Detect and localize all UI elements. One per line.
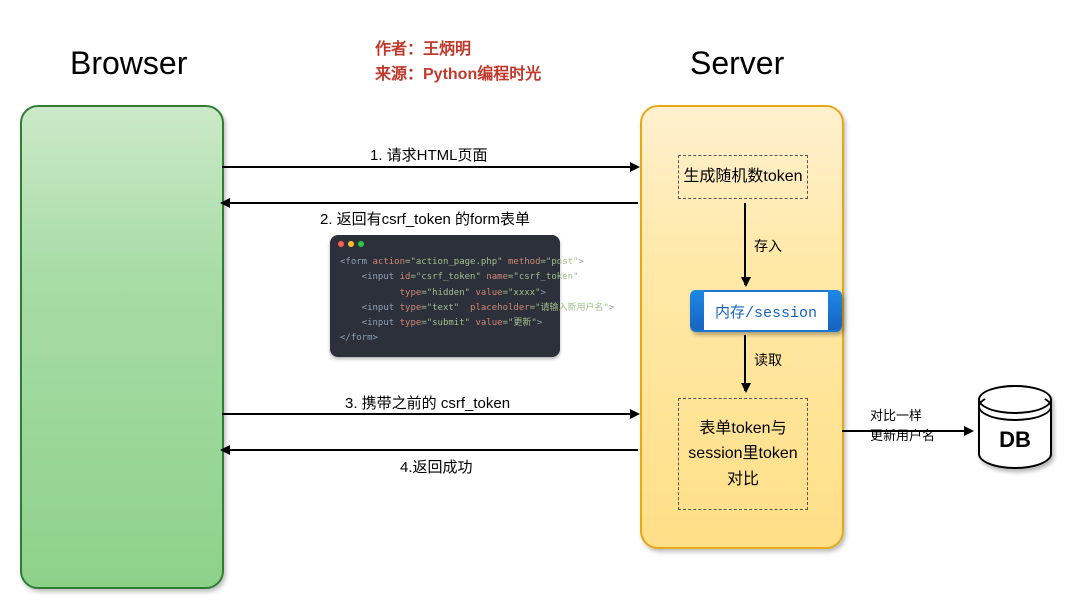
arrow-step4 xyxy=(222,449,638,451)
arrow-save xyxy=(744,203,746,285)
code-window: <form action="action_page.php" method="p… xyxy=(330,235,560,357)
arrow-read xyxy=(744,335,746,391)
session-box: 内存/session xyxy=(690,290,842,332)
arrow-step3-label: 3. 携带之前的 csrf_token xyxy=(345,392,510,413)
generate-token-box: 生成随机数token xyxy=(678,155,808,199)
db-label: DB xyxy=(980,427,1050,453)
arrow-read-label: 读取 xyxy=(754,350,782,370)
compare-box: 表单token与 session里token 对比 xyxy=(678,398,808,510)
db-note-line1: 对比一样 xyxy=(870,405,922,424)
code-titlebar xyxy=(330,235,560,253)
generate-token-label: 生成随机数token xyxy=(683,164,802,190)
arrow-step1-label: 1. 请求HTML页面 xyxy=(370,144,488,165)
db-note-line2: 更新用户名 xyxy=(870,425,935,444)
compare-line3: 对比 xyxy=(727,467,759,493)
window-min-dot xyxy=(348,241,354,247)
compare-line2: session里token xyxy=(688,441,797,467)
arrow-save-label: 存入 xyxy=(754,236,782,256)
browser-box xyxy=(20,105,224,589)
session-label: 内存/session xyxy=(706,292,826,330)
diagram-canvas: Browser Server 作者：王炳明 来源：Python编程时光 1. 请… xyxy=(0,0,1080,613)
arrow-step2-label: 2. 返回有csrf_token 的form表单 xyxy=(320,208,530,229)
browser-title: Browser xyxy=(70,45,187,82)
arrow-step2 xyxy=(222,202,638,204)
window-max-dot xyxy=(358,241,364,247)
arrow-step3 xyxy=(222,413,638,415)
author-label: 作者：王炳明 xyxy=(375,35,471,59)
server-title: Server xyxy=(690,45,784,82)
source-label: 来源：Python编程时光 xyxy=(375,60,541,84)
compare-line1: 表单token与 xyxy=(699,416,786,442)
code-body: <form action="action_page.php" method="p… xyxy=(330,253,560,351)
arrow-step4-label: 4.返回成功 xyxy=(400,456,473,477)
db-cylinder: DB xyxy=(978,385,1052,469)
window-close-dot xyxy=(338,241,344,247)
arrow-step1 xyxy=(222,166,638,168)
